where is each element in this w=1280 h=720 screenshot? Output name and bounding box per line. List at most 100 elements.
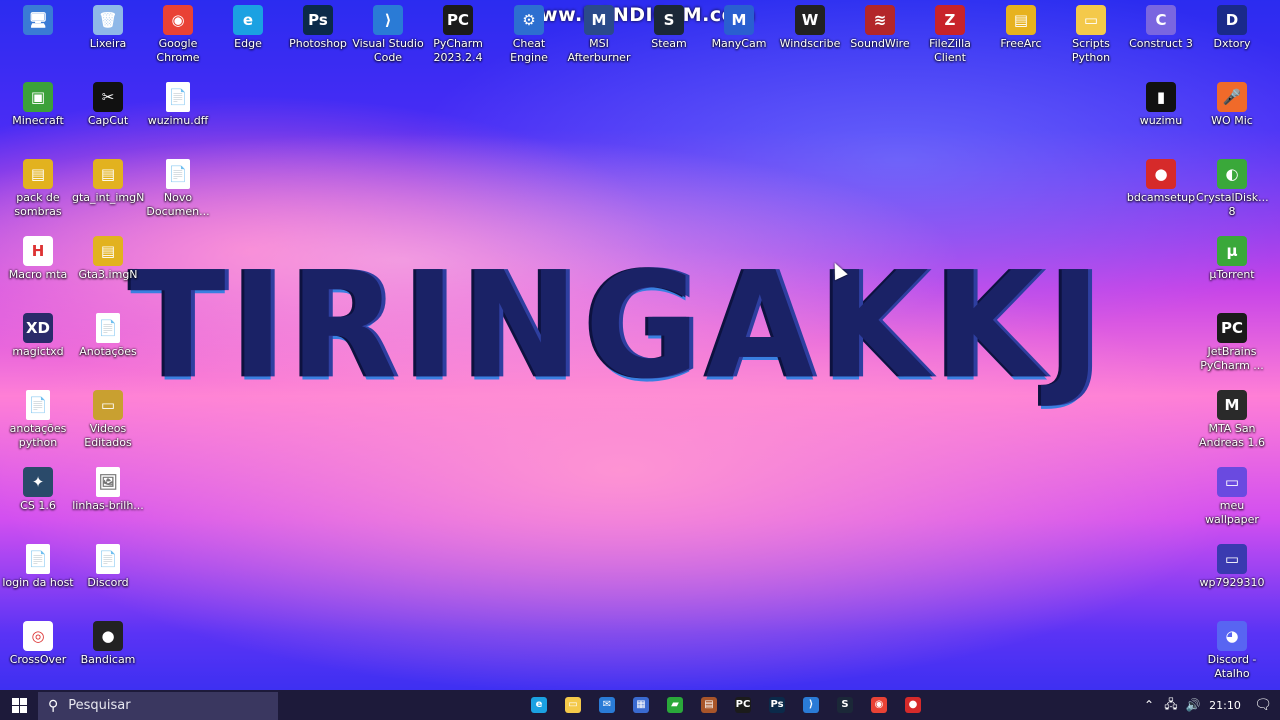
desktop-shortcut[interactable]: ▤ gta_int_imgN xyxy=(72,159,144,205)
taskbar-app-button[interactable]: ▰ xyxy=(658,690,692,720)
desktop-shortcut[interactable]: C Construct 3 xyxy=(1125,5,1197,51)
desktop-shortcut[interactable]: ◕ Discord - Atalho xyxy=(1196,621,1268,681)
desktop-shortcut[interactable]: 🎤 WO Mic xyxy=(1196,82,1268,128)
desktop-shortcut[interactable]: ▤ pack de sombras xyxy=(2,159,74,219)
folder-icon: ▭ xyxy=(93,390,123,420)
archive-icon: ▤ xyxy=(93,236,123,266)
desktop-shortcut-label: JetBrains PyCharm ... xyxy=(1200,345,1264,372)
image-file-icon: 🖼 xyxy=(96,467,120,497)
desktop-shortcut[interactable]: ◉ Google Chrome xyxy=(142,5,214,65)
bandicam-setup-icon: ● xyxy=(1146,159,1176,189)
desktop-shortcut-label: Edge xyxy=(234,37,262,50)
desktop-shortcut-label: wuzimu.dff xyxy=(147,114,209,127)
desktop-shortcut-label: magictxd xyxy=(12,345,64,358)
capcut-icon: ✂ xyxy=(93,82,123,112)
taskbar-app-button[interactable]: ▤ xyxy=(692,690,726,720)
network-icon[interactable]: 🖧 xyxy=(1160,695,1182,716)
desktop-shortcut[interactable]: ▭ wp7929310 xyxy=(1196,544,1268,590)
taskbar-app-button[interactable]: ▦ xyxy=(624,690,658,720)
desktop-shortcut[interactable]: PC PyCharm 2023.2.4 xyxy=(422,5,494,65)
taskbar-app-button[interactable]: e xyxy=(522,690,556,720)
taskbar-app-button[interactable]: ⟩ xyxy=(794,690,828,720)
desktop-shortcut[interactable]: 🖥 xyxy=(2,5,74,37)
taskbar: ⚲ Pesquisar e ▭ ✉ ▦ ▰ ▤ PC Ps ⟩ S ◉ ● ⌃ 🖧 🔊 21:10 🗨 xyxy=(0,690,1280,720)
desktop-shortcut[interactable]: ≋ SoundWire xyxy=(844,5,916,51)
search-input[interactable]: ⚲ Pesquisar xyxy=(38,691,278,720)
mta-icon: M xyxy=(1217,390,1247,420)
desktop-shortcut[interactable]: ⚙ Cheat Engine xyxy=(493,5,565,65)
desktop-shortcut[interactable]: Z FileZilla Client xyxy=(914,5,986,65)
desktop-shortcut[interactable]: 📄 login da host xyxy=(2,544,74,590)
desktop-shortcut[interactable]: ▤ Gta3.imgN xyxy=(72,236,144,282)
desktop-shortcut-label: Discord - Atalho xyxy=(1207,653,1257,680)
desktop-shortcut[interactable]: D Dxtory xyxy=(1196,5,1268,51)
desktop-shortcut[interactable]: ✦ CS 1.6 xyxy=(2,467,74,513)
desktop-shortcut-label: FileZilla Client xyxy=(929,37,971,64)
desktop-shortcut-label: Anotações xyxy=(79,345,137,358)
desktop-shortcut-label: Scripts Python xyxy=(1071,37,1111,64)
taskbar-app-button[interactable]: S xyxy=(828,690,862,720)
desktop-shortcut[interactable]: ⟩ Visual Studio Code xyxy=(352,5,424,65)
desktop-shortcut[interactable]: PC JetBrains PyCharm ... xyxy=(1196,313,1268,373)
taskbar-apps: e ▭ ✉ ▦ ▰ ▤ PC Ps ⟩ S ◉ ● xyxy=(522,690,930,720)
desktop-shortcut[interactable]: ▭ meu wallpaper xyxy=(1196,467,1268,527)
desktop-shortcut[interactable]: H Macro mta xyxy=(2,236,74,282)
desktop-shortcut-label: CrystalDisk... 8 xyxy=(1196,191,1269,218)
mail-icon: ✉ xyxy=(599,697,615,713)
desktop-shortcut[interactable]: e Edge xyxy=(212,5,284,51)
desktop-shortcut[interactable]: 📄 wuzimu.dff xyxy=(142,82,214,128)
chevron-up-icon[interactable]: ⌃ xyxy=(1138,698,1160,712)
taskbar-app-button[interactable]: Ps xyxy=(760,690,794,720)
desktop-shortcut[interactable]: ◎ CrossOver xyxy=(2,621,74,667)
desktop-shortcut-label: Steam xyxy=(651,37,687,50)
desktop-shortcut[interactable]: W Windscribe xyxy=(774,5,846,51)
search-icon: ⚲ xyxy=(48,697,59,714)
desktop-shortcut-label: CapCut xyxy=(87,114,129,127)
desktop-shortcut[interactable]: ▣ Minecraft xyxy=(2,82,74,128)
taskbar-app-button[interactable]: ▭ xyxy=(556,690,590,720)
desktop-shortcut[interactable]: S Steam xyxy=(633,5,705,51)
app-icon: ▤ xyxy=(701,697,717,713)
desktop-shortcut[interactable]: 🖼 linhas-brilh... xyxy=(72,467,144,513)
desktop-shortcut[interactable]: ● Bandicam xyxy=(72,621,144,667)
desktop-shortcut-label: login da host xyxy=(2,576,74,589)
computer-icon: 🖥 xyxy=(23,5,53,35)
volume-icon[interactable]: 🔊 xyxy=(1182,698,1204,712)
desktop-shortcut[interactable]: ▤ FreeArc xyxy=(985,5,1057,51)
file-explorer-icon: ▭ xyxy=(565,697,581,713)
desktop-shortcut[interactable]: 📄 Novo Documen... xyxy=(142,159,214,219)
desktop-shortcut[interactable]: M MTA San Andreas 1.6 xyxy=(1196,390,1268,450)
desktop-shortcut[interactable]: ▭ Scripts Python xyxy=(1055,5,1127,65)
taskbar-app-button[interactable]: ✉ xyxy=(590,690,624,720)
steam-icon: S xyxy=(654,5,684,35)
desktop-shortcut[interactable]: ● bdcamsetup xyxy=(1125,159,1197,205)
desktop-shortcut[interactable]: 📄 Discord xyxy=(72,544,144,590)
desktop-shortcut[interactable]: Ps Photoshop xyxy=(282,5,354,51)
taskbar-app-button[interactable]: ● xyxy=(896,690,930,720)
desktop-shortcut[interactable]: M MSI Afterburner xyxy=(563,5,635,65)
desktop-shortcut-label: ManyCam xyxy=(711,37,767,50)
desktop-shortcut[interactable]: ◐ CrystalDisk... 8 xyxy=(1196,159,1269,219)
taskbar-app-button[interactable]: ◉ xyxy=(862,690,896,720)
desktop-shortcut[interactable]: ▮ wuzimu xyxy=(1125,82,1197,128)
archive-icon: ▤ xyxy=(93,159,123,189)
desktop-shortcut-label: FreeArc xyxy=(1000,37,1042,50)
taskbar-app-button[interactable]: PC xyxy=(726,690,760,720)
start-button[interactable] xyxy=(0,690,38,720)
desktop-shortcut-label: CS 1.6 xyxy=(20,499,56,512)
desktop-shortcut[interactable]: M ManyCam xyxy=(703,5,775,51)
bandicam-icon: ● xyxy=(905,697,921,713)
desktop-shortcut[interactable]: 📄 anotações python xyxy=(2,390,74,450)
desktop-shortcut[interactable]: ✂ CapCut xyxy=(72,82,144,128)
notification-icon[interactable]: 🗨 xyxy=(1246,697,1280,713)
desktop-shortcut[interactable]: µ µTorrent xyxy=(1196,236,1268,282)
desktop-shortcut-label: Photoshop xyxy=(289,37,347,50)
desktop-shortcut[interactable]: ▭ Videos Editados xyxy=(72,390,144,450)
desktop-shortcut[interactable]: 📄 Anotações xyxy=(72,313,144,359)
cs-icon: ✦ xyxy=(23,467,53,497)
desktop-shortcut[interactable]: XD magictxd xyxy=(2,313,74,359)
desktop-shortcut-label: gta_int_imgN xyxy=(72,191,145,204)
desktop-shortcut[interactable]: 🗑 Lixeira xyxy=(72,5,144,51)
clock[interactable]: 21:10 xyxy=(1204,699,1246,712)
desktop-shortcut-label: CrossOver xyxy=(9,653,67,666)
